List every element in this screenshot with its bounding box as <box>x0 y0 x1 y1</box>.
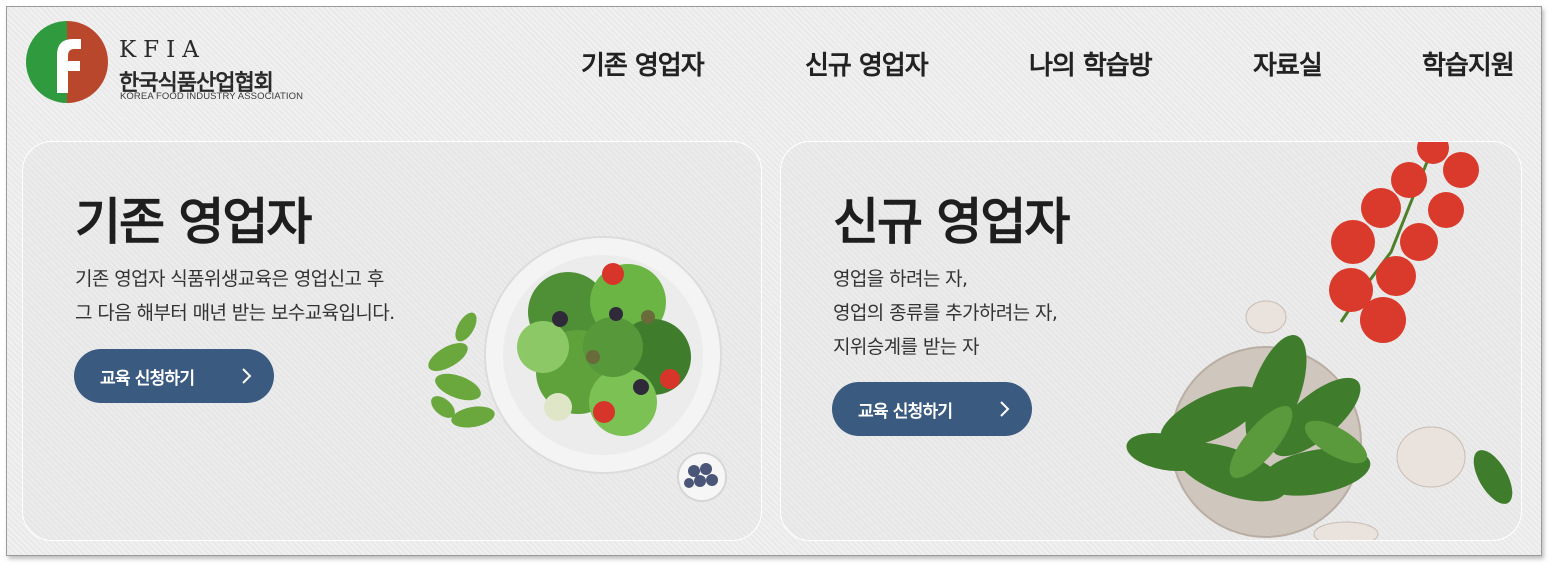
card-description-line: 영업을 하려는 자, <box>833 268 968 290</box>
card-description-line: 지위승계를 받는 자 <box>833 336 980 358</box>
apply-button[interactable]: 교육 신청하기 <box>832 382 1032 436</box>
salad-bowl-image <box>428 236 727 502</box>
nav-new-business[interactable]: 신규 영업자 <box>805 45 929 82</box>
existing-business-card: 기존 영업자 기존 영업자 식품위생교육은 영업신고 후 그 다음 해부터 매년… <box>22 141 762 541</box>
nav-resources[interactable]: 자료실 <box>1253 45 1323 82</box>
chevron-right-icon <box>242 368 252 384</box>
card-title: 기존 영업자 <box>75 193 312 251</box>
card-description: 기존 영업자 식품위생교육은 영업신고 후 그 다음 해부터 매년 받는 보수교… <box>75 262 395 330</box>
spinach-tomatoes-image <box>1126 142 1513 540</box>
card-description-line: 기존 영업자 식품위생교육은 영업신고 후 <box>75 268 384 290</box>
card-title: 신규 영업자 <box>833 193 1070 251</box>
new-business-card: 신규 영업자 영업을 하려는 자, 영업의 종류를 추가하려는 자, 지위승계를… <box>780 141 1522 541</box>
apply-button-label: 교육 신청하기 <box>858 402 953 422</box>
page-frame: KFIA 한국식품산업협회 KOREA FOOD INDUSTRY ASSOCI… <box>6 6 1542 556</box>
card-description-line: 영업의 종류를 추가하려는 자, <box>833 302 1058 324</box>
nav-my-study[interactable]: 나의 학습방 <box>1029 45 1153 82</box>
main-nav: 기존 영업자 신규 영업자 나의 학습방 자료실 학습지원 <box>7 45 1541 85</box>
nav-learning-support[interactable]: 학습지원 <box>1422 45 1515 82</box>
apply-button-label: 교육 신청하기 <box>100 369 195 389</box>
nav-existing-business[interactable]: 기존 영업자 <box>581 45 705 82</box>
card-description: 영업을 하려는 자, 영업의 종류를 추가하려는 자, 지위승계를 받는 자 <box>833 262 1058 364</box>
chevron-right-icon <box>1000 401 1010 417</box>
apply-button[interactable]: 교육 신청하기 <box>74 349 274 403</box>
card-description-line: 그 다음 해부터 매년 받는 보수교육입니다. <box>75 302 395 324</box>
logo-name-en: KOREA FOOD INDUSTRY ASSOCIATION <box>120 91 304 102</box>
